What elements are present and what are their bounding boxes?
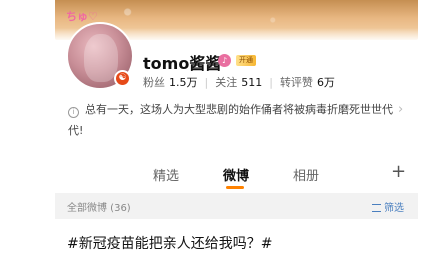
likes-label: 转评赞 bbox=[279, 76, 313, 89]
username: tomo酱酱 bbox=[143, 54, 222, 73]
post-text[interactable]: #新冠疫苗能把亲人还给我吗？# bbox=[67, 233, 272, 253]
fans-label: 粉丝 bbox=[143, 76, 165, 89]
filter-icon bbox=[372, 204, 381, 212]
plus-icon[interactable]: + bbox=[391, 161, 406, 182]
divider: | bbox=[204, 76, 209, 89]
profile-tabs: 精选 微博 相册 bbox=[55, 160, 418, 188]
filter-button[interactable]: 筛选 bbox=[372, 199, 404, 214]
filter-label: 筛选 bbox=[384, 203, 404, 214]
avatar-badge-icon: ☯ bbox=[114, 70, 131, 87]
avatar-figure bbox=[84, 34, 118, 82]
fans-count[interactable]: 1.5万 bbox=[169, 76, 198, 89]
following-label: 关注 bbox=[215, 76, 238, 89]
bio[interactable]: i 总有一天，这场人为大型悲剧的始作俑者将被病毒折磨死世世代代! bbox=[68, 99, 408, 141]
active-tab-indicator bbox=[226, 186, 244, 189]
chevron-right-icon[interactable]: › bbox=[398, 99, 403, 120]
all-posts-count: 全部微博 (36) bbox=[67, 203, 131, 214]
profile-stats: 粉丝 1.5万 | 关注 511 | 转评赞 6万 bbox=[143, 74, 335, 90]
tab-featured[interactable]: 精选 bbox=[153, 165, 179, 184]
following-count[interactable]: 511 bbox=[241, 76, 262, 89]
tab-weibo[interactable]: 微博 bbox=[223, 165, 249, 184]
bio-text: 总有一天，这场人为大型悲剧的始作俑者将被病毒折磨死世世代代! bbox=[68, 103, 393, 137]
tab-album[interactable]: 相册 bbox=[293, 165, 319, 184]
likes-count: 6万 bbox=[316, 76, 335, 89]
info-icon: i bbox=[68, 107, 79, 118]
vip-badge[interactable]: 开通 bbox=[236, 55, 256, 66]
divider: | bbox=[269, 76, 273, 89]
pink-member-icon[interactable]: ♪ bbox=[218, 54, 231, 67]
